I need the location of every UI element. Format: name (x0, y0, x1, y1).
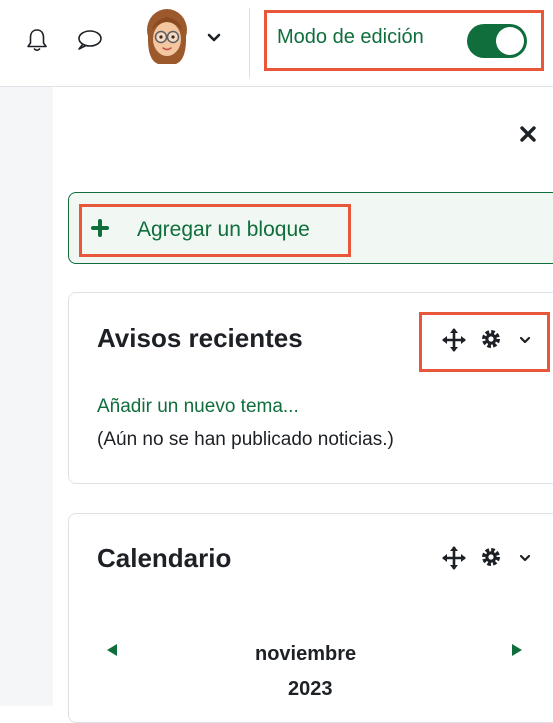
calendar-month: noviembre (255, 643, 357, 665)
chevron-down-icon[interactable] (207, 33, 221, 43)
page-content-edge (0, 87, 53, 706)
plus-icon (91, 219, 109, 237)
add-new-topic-link[interactable]: Añadir un nuevo tema... (97, 396, 299, 418)
calendar-block-title: Calendario (97, 543, 232, 573)
gear-icon[interactable] (480, 328, 502, 350)
toggle-knob (496, 27, 524, 55)
edit-mode-label: Modo de edición (277, 26, 424, 48)
chat-bubble-icon[interactable] (75, 29, 103, 51)
gear-icon[interactable] (480, 546, 502, 568)
user-avatar[interactable] (142, 8, 192, 66)
add-block-label: Agregar un bloque (137, 218, 310, 241)
edit-mode-toggle[interactable] (467, 24, 527, 58)
chevron-down-icon[interactable] (519, 554, 531, 562)
calendar-year: 2023 (288, 678, 333, 700)
move-icon[interactable] (441, 327, 467, 353)
close-icon[interactable] (519, 125, 537, 143)
bell-icon[interactable] (26, 27, 48, 53)
triangle-left-icon[interactable] (106, 643, 118, 657)
chevron-down-icon[interactable] (519, 336, 531, 344)
news-block-title: Avisos recientes (97, 323, 303, 353)
triangle-right-icon[interactable] (511, 643, 523, 657)
move-icon[interactable] (441, 545, 467, 571)
navbar-divider (249, 8, 250, 78)
no-news-message: (Aún no se han publicado noticias.) (97, 429, 394, 450)
